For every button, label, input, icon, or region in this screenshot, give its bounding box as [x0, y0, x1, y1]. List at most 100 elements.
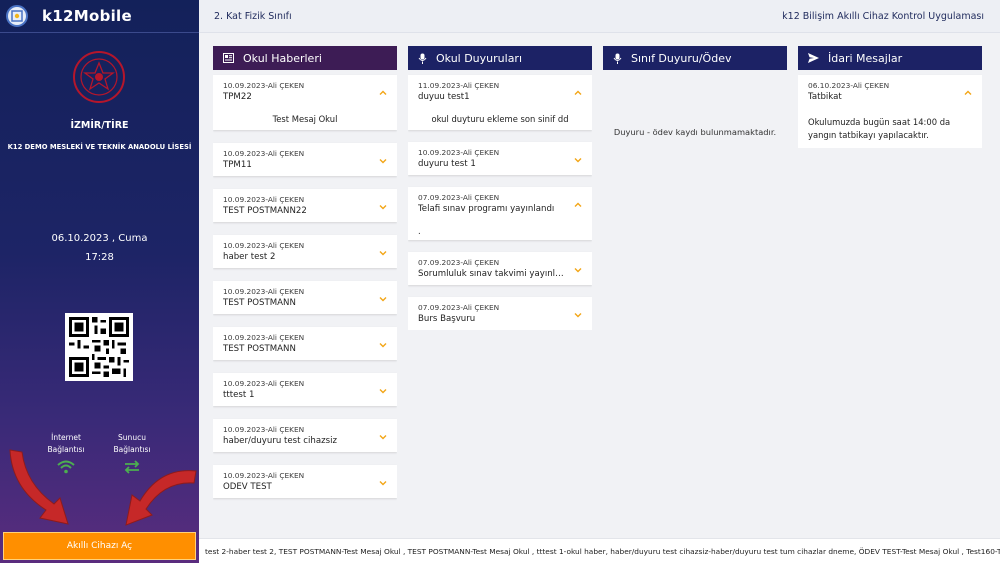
- item-title: tttest 1: [223, 390, 255, 400]
- sidebar: k12Mobile İZMİR/TİRE K12 DEMO MESLEKİ VE…: [0, 0, 199, 563]
- item-title: Telafi sınav programı yayınlandı: [418, 204, 555, 214]
- sidebar-header: k12Mobile: [0, 0, 199, 33]
- item-title: duyuu test1: [418, 92, 470, 102]
- item-title: Sorumluluk sınav takvimi yayınlandı: [418, 269, 568, 279]
- item-meta: 10.09.2023-Ali ÇEKEN: [223, 425, 305, 434]
- list-item[interactable]: 10.09.2023-Ali ÇEKEN TEST POSTMANN: [213, 327, 397, 360]
- admin-messages-column: İdari Mesajlar 06.10.2023-Ali ÇEKEN Tatbi…: [798, 46, 982, 148]
- item-meta: 07.09.2023-Ali ÇEKEN: [418, 258, 500, 267]
- item-meta: 07.09.2023-Ali ÇEKEN: [418, 303, 500, 312]
- class-announcements-column: Sınıf Duyuru/Ödev Duyuru - ödev kaydı bu…: [603, 46, 787, 137]
- item-meta: 10.09.2023-Ali ÇEKEN: [418, 148, 500, 157]
- item-title: TEST POSTMANN: [223, 298, 296, 308]
- chevron-down-icon[interactable]: [378, 473, 388, 486]
- chevron-down-icon[interactable]: [378, 197, 388, 210]
- item-body: Test Mesaj Okul: [272, 114, 338, 124]
- internet-label: İnternet: [51, 433, 81, 442]
- chevron-down-icon[interactable]: [378, 289, 388, 302]
- qr-code: [65, 313, 133, 381]
- item-meta: 10.09.2023-Ali ÇEKEN: [223, 471, 305, 480]
- list-item[interactable]: 10.09.2023-Ali ÇEKEN ÖDEV TEST: [213, 465, 397, 498]
- current-date: 06.10.2023 , Cuma: [51, 233, 148, 244]
- chevron-down-icon[interactable]: [378, 381, 388, 394]
- chevron-down-icon[interactable]: [378, 427, 388, 440]
- item-meta: 10.09.2023-Ali ÇEKEN: [223, 241, 305, 250]
- item-title: TEST POSTMANN: [223, 344, 296, 354]
- item-meta: 10.09.2023-Ali ÇEKEN: [223, 333, 305, 342]
- app-name: k12 Bilişim Akıllı Cihaz Kontrol Uygulam…: [782, 10, 984, 22]
- send-icon: [808, 53, 819, 63]
- item-meta: 10.09.2023-Ali ÇEKEN: [223, 379, 305, 388]
- chevron-up-icon[interactable]: [378, 83, 388, 95]
- item-meta: 10.09.2023-Ali ÇEKEN: [223, 81, 305, 90]
- list-item[interactable]: 10.09.2023-Ali ÇEKEN TEST POSTMANN22: [213, 189, 397, 222]
- item-meta: 10.09.2023-Ali ÇEKEN: [223, 195, 305, 204]
- list-item[interactable]: 10.09.2023-Ali ÇEKEN TEST POSTMANN: [213, 281, 397, 314]
- classroom-name: 2. Kat Fizik Sınıfı: [214, 10, 292, 22]
- chevron-down-icon[interactable]: [573, 150, 583, 163]
- ministry-emblem-icon: [73, 51, 125, 103]
- item-meta: 11.09.2023-Ali ÇEKEN: [418, 81, 500, 90]
- chevron-up-icon[interactable]: [573, 195, 583, 207]
- chevron-down-icon[interactable]: [378, 335, 388, 348]
- app-title: k12Mobile: [42, 7, 132, 25]
- item-title: Burs Başvuru: [418, 314, 476, 324]
- news-ticker: test 2-haber test 2, TEST POSTMANN-Test …: [199, 538, 1000, 563]
- chevron-down-icon[interactable]: [378, 243, 388, 256]
- item-meta: 06.10.2023-Ali ÇEKEN: [808, 81, 890, 90]
- item-meta: 07.09.2023-Ali ÇEKEN: [418, 193, 500, 202]
- server-label-2: Bağlantısı: [113, 445, 151, 454]
- school-news-column: Okul Haberleri 10.09.2023-Ali ÇEKEN TPM22…: [213, 46, 397, 530]
- list-item[interactable]: 10.09.2023-Ali ÇEKEN haber/duyuru test ci…: [213, 419, 397, 452]
- list-item[interactable]: 10.09.2023-Ali ÇEKEN TPM22 Test Mesaj Okul: [213, 75, 397, 130]
- school-announcements-column: Okul Duyuruları 11.09.2023-Ali ÇEKEN duyu…: [408, 46, 592, 330]
- list-item[interactable]: 10.09.2023-Ali ÇEKEN tttest 1: [213, 373, 397, 406]
- list-item[interactable]: 10.09.2023-Ali ÇEKEN haber test 2: [213, 235, 397, 268]
- item-title: haber test 2: [223, 252, 276, 262]
- city-label: İZMİR/TİRE: [70, 120, 129, 131]
- item-body: .: [418, 226, 421, 236]
- school-news-title: Okul Haberleri: [243, 51, 322, 65]
- top-header: 2. Kat Fizik Sınıfı k12 Bilişim Akıllı C…: [199, 0, 1000, 33]
- school-announcements-header: Okul Duyuruları: [408, 46, 592, 70]
- list-item[interactable]: 07.09.2023-Ali ÇEKEN Sorumluluk sınav tak…: [408, 252, 592, 285]
- chevron-up-icon[interactable]: [573, 83, 583, 95]
- current-time: 17:28: [85, 252, 114, 263]
- list-item[interactable]: 07.09.2023-Ali ÇEKEN Burs Başvuru: [408, 297, 592, 330]
- school-announcements-list: 11.09.2023-Ali ÇEKEN duyuu test1 okul duyt…: [408, 70, 592, 330]
- item-title: TEST POSTMANN22: [223, 206, 307, 216]
- empty-message: Duyuru - ödev kaydı bulunmamaktadır.: [613, 127, 777, 137]
- item-title: TPM22: [223, 92, 252, 102]
- chevron-down-icon[interactable]: [573, 260, 583, 273]
- item-meta: 10.09.2023-Ali ÇEKEN: [223, 149, 305, 158]
- school-announcements-title: Okul Duyuruları: [436, 51, 523, 65]
- item-title: duyuru test 1: [418, 159, 476, 169]
- school-news-list: 10.09.2023-Ali ÇEKEN TPM22 Test Mesaj Okul…: [213, 70, 397, 530]
- item-title: Tatbikat: [808, 92, 842, 102]
- arrow-right-icon: [125, 470, 197, 526]
- admin-messages-header: İdari Mesajlar: [798, 46, 982, 70]
- newspaper-icon: [223, 53, 234, 63]
- server-label: Sunucu: [118, 433, 146, 442]
- main-content: Okul Haberleri 10.09.2023-Ali ÇEKEN TPM22…: [199, 33, 1000, 538]
- chevron-up-icon[interactable]: [963, 83, 973, 95]
- item-body: Okulumuzda bugün saat 14:00 da yangın ta…: [808, 117, 951, 140]
- list-item[interactable]: 10.09.2023-Ali ÇEKEN duyuru test 1: [408, 142, 592, 175]
- chevron-down-icon[interactable]: [378, 151, 388, 164]
- list-item[interactable]: 07.09.2023-Ali ÇEKEN Telafi sınav program…: [408, 187, 592, 240]
- school-name: K12 DEMO MESLEKİ VE TEKNİK ANADOLU LİSES…: [7, 143, 192, 151]
- item-title: haber/duyuru test cihazsiz: [223, 436, 337, 446]
- item-title: ÖDEV TEST: [223, 482, 272, 492]
- open-smart-device-button[interactable]: Akıllı Cihazı Aç: [3, 532, 196, 560]
- list-item[interactable]: 11.09.2023-Ali ÇEKEN duyuu test1 okul duyt…: [408, 75, 592, 130]
- list-item[interactable]: 06.10.2023-Ali ÇEKEN Tatbikat Okulumuzda b…: [798, 75, 982, 148]
- admin-messages-title: İdari Mesajlar: [828, 51, 903, 65]
- chevron-down-icon[interactable]: [573, 305, 583, 318]
- admin-messages-list: 06.10.2023-Ali ÇEKEN Tatbikat Okulumuzda b…: [798, 70, 982, 148]
- class-announcements-header: Sınıf Duyuru/Ödev: [603, 46, 787, 70]
- class-announcements-title: Sınıf Duyuru/Ödev: [631, 51, 732, 65]
- item-meta: 10.09.2023-Ali ÇEKEN: [223, 287, 305, 296]
- arrow-left-icon: [9, 449, 69, 525]
- list-item[interactable]: 10.09.2023-Ali ÇEKEN TPM11: [213, 143, 397, 176]
- item-body: okul duyturu ekleme son sinif dd: [431, 114, 569, 124]
